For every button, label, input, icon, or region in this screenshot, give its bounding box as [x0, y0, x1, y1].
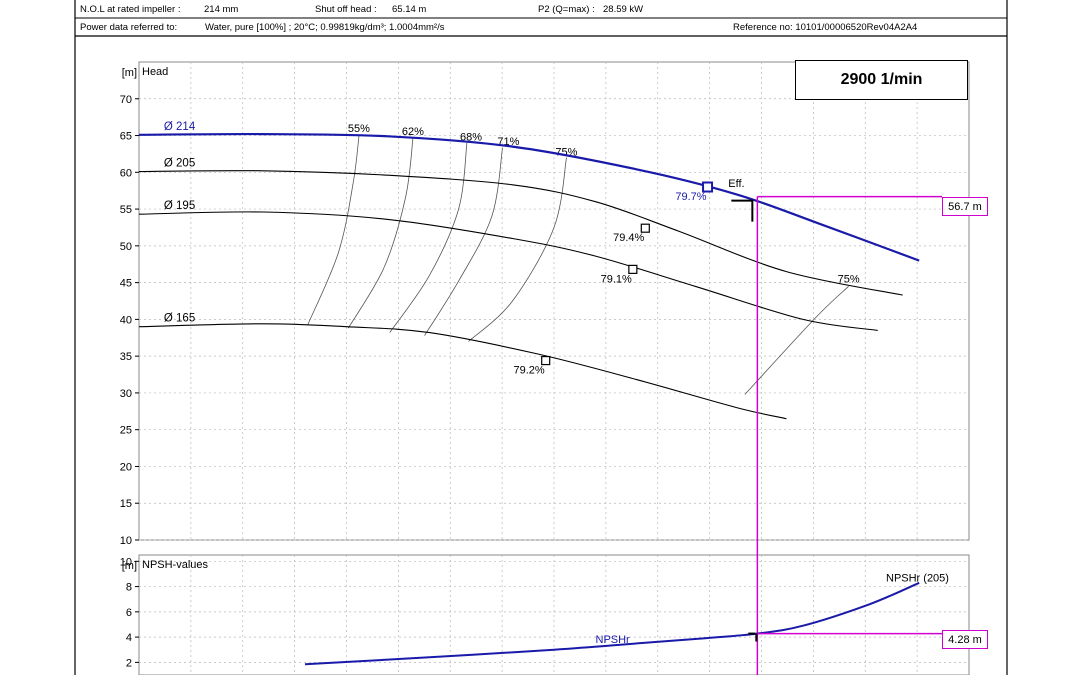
bep-marker	[640, 223, 650, 233]
npol-value: 214 mm	[204, 4, 239, 15]
npsh-y-tick-label: 4	[126, 632, 132, 644]
bep-marker	[541, 355, 551, 366]
efficiency-label: 55%	[348, 123, 370, 135]
npsh-y-tick-label: 8	[126, 582, 132, 594]
bep-efficiency-label: 79.2%	[513, 365, 544, 377]
reference-number: Reference no: 10101/00006520Rev04A2A4	[733, 22, 918, 33]
impeller-diameter-label: Ø 195	[164, 200, 195, 212]
head-title: Head	[142, 66, 168, 78]
npsh-y-unit: [m]	[122, 560, 137, 572]
p2-label: P2 (Q=max) :	[538, 4, 595, 15]
head-y-tick-label: 45	[120, 278, 132, 290]
head-y-tick-label: 20	[120, 461, 132, 473]
npsh-title: NPSH-values	[142, 559, 209, 571]
impeller-diameter-label: Ø 165	[164, 313, 195, 325]
head-y-tick-label: 30	[120, 388, 132, 400]
p2-value: 28.59 kW	[603, 4, 644, 15]
bep-marker	[628, 264, 638, 274]
npshr-curve-label: NPSHr	[596, 634, 631, 646]
head-y-tick-label: 10	[120, 535, 132, 547]
npshr-diameter-label: NPSHr (205)	[886, 573, 949, 585]
head-y-tick-label: 70	[120, 94, 132, 106]
head-y-unit: [m]	[122, 67, 137, 79]
eff-annotation: Eff.	[728, 178, 744, 190]
head-y-tick-label: 25	[120, 425, 132, 437]
shutoff-label: Shut off head :	[315, 4, 377, 15]
bep-efficiency-label: 79.4%	[613, 232, 644, 244]
bep-efficiency-label: 79.1%	[601, 273, 632, 285]
head-y-tick-label: 55	[120, 204, 132, 216]
speed-label: 2900 1/min	[795, 60, 968, 100]
bep-efficiency-label: 79.7%	[675, 191, 706, 203]
shutoff-value: 65.14 m	[392, 4, 427, 15]
head-y-tick-label: 65	[120, 131, 132, 143]
head-y-tick-label: 60	[120, 167, 132, 179]
pump-curve-sheet: 10 15 20 25 30 35 40 45 50 55 60 65 70 [m] Head 2 4 6 8 10[…	[0, 0, 1080, 675]
efficiency-label: 62%	[402, 126, 424, 138]
head-y-tick-label: 15	[120, 498, 132, 510]
head-callout: 56.7 m	[942, 197, 988, 216]
npsh-callout: 4.28 m	[942, 630, 988, 649]
head-y-tick-label: 40	[120, 314, 132, 326]
head-y-tick-label: 35	[120, 351, 132, 363]
npol-label: N.O.L at rated impeller :	[80, 4, 181, 15]
impeller-diameter-label: Ø 205	[164, 158, 195, 170]
pump-performance-chart: 10152025303540455055606570[m] Head246810[…	[74, 0, 1008, 675]
head-y-tick-label: 50	[120, 241, 132, 253]
npsh-y-tick-label: 2	[126, 657, 132, 669]
power-label: Power data referred to:	[80, 22, 178, 33]
npsh-y-tick-label: 6	[126, 607, 132, 619]
impeller-diameter-label: Ø 214	[164, 121, 196, 133]
power-value: Water, pure [100%] ; 20°C; 0.99819kg/dm³…	[205, 22, 445, 33]
